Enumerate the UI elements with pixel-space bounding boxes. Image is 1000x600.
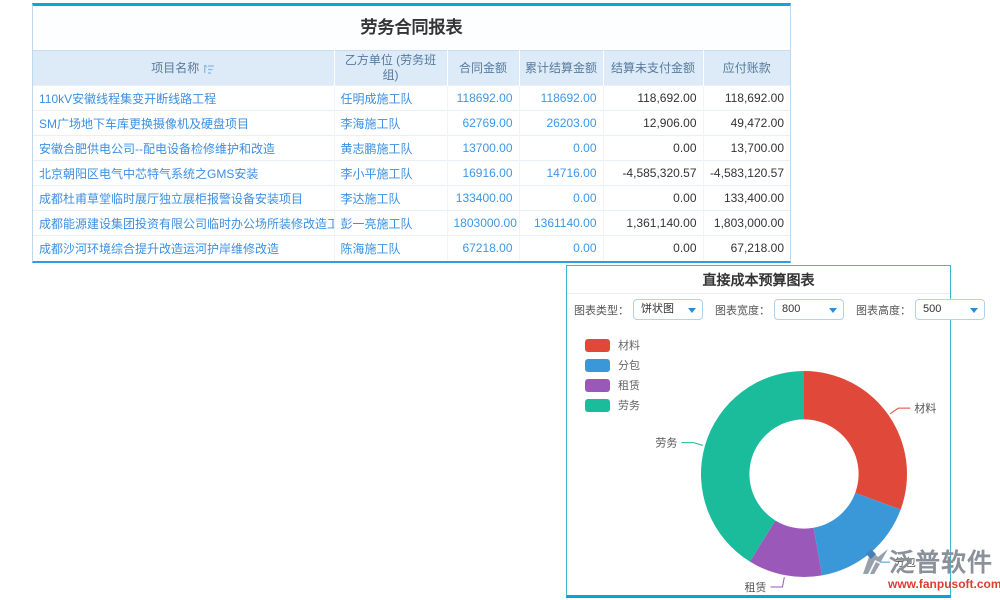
contract-amount-value: 67218.00 — [447, 236, 519, 261]
table-row: 成都能源建设集团投资有限公司临时办公场所装修改造工程EPC彭一亮施工队18030… — [33, 211, 790, 236]
project-name-link[interactable]: 安徽合肥供电公司--配电设备检修维护和改造 — [33, 136, 334, 161]
labor-contract-report-panel: 劳务合同报表 项目名称 乙方单位 (劳务班组) 合同金额 累计结算金额结算未支付金额 应… — [32, 3, 791, 263]
column-header-2: 合同金额 — [447, 51, 519, 86]
project-name-link[interactable]: 成都能源建设集团投资有限公司临时办公场所装修改造工程EPC — [33, 211, 334, 236]
chart-control-select-2[interactable]: 500 — [915, 299, 985, 320]
watermark-url-text: www.fanpusoft.com — [862, 577, 998, 591]
settled-unpaid-value: 0.00 — [603, 236, 703, 261]
pie-label-材料: 材料 — [914, 401, 936, 415]
team-name-link[interactable]: 李达施工队 — [334, 186, 447, 211]
chart-control-2: 图表高度：500 — [856, 299, 985, 320]
settled-amount-value: 0.00 — [519, 136, 603, 161]
team-name-link[interactable]: 任明成施工队 — [334, 86, 447, 111]
report-table: 项目名称 乙方单位 (劳务班组) 合同金额 累计结算金额结算未支付金额 应付账款 110… — [33, 50, 790, 261]
settled-amount-value: 0.00 — [519, 236, 603, 261]
table-row: SM广场地下车库更换摄像机及硬盘项目李海施工队62769.0026203.001… — [33, 111, 790, 136]
contract-amount-value: 1803000.00 — [447, 211, 519, 236]
column-header-label: 累计结算金额 — [525, 61, 597, 75]
project-name-link[interactable]: 北京朝阳区电气中芯特气系统之GMS安装 — [33, 161, 334, 186]
pie-label-租赁: 租赁 — [744, 580, 766, 594]
project-name-link[interactable]: 成都杜甫草堂临时展厅独立展柜报警设备安装项目 — [33, 186, 334, 211]
column-header-1: 乙方单位 (劳务班组) — [334, 51, 447, 86]
fanpu-logo-icon — [862, 548, 889, 576]
settled-unpaid-value: 0.00 — [603, 136, 703, 161]
payable-value: 67,218.00 — [703, 236, 790, 261]
table-row: 成都杜甫草堂临时展厅独立展柜报警设备安装项目李达施工队133400.000.00… — [33, 186, 790, 211]
contract-amount-value: 62769.00 — [447, 111, 519, 136]
column-header-label: 项目名称 — [151, 61, 199, 75]
team-name-link[interactable]: 李海施工队 — [334, 111, 447, 136]
table-row: 110kV安徽线程集变开断线路工程任明成施工队118692.00118692.0… — [33, 86, 790, 111]
column-header-5: 应付账款 — [703, 51, 790, 86]
settled-amount-value: 1361140.00 — [519, 211, 603, 236]
contract-amount-value: 118692.00 — [447, 86, 519, 111]
chevron-down-icon — [970, 308, 978, 313]
column-header-label: 应付账款 — [723, 61, 771, 75]
column-header-label: 合同金额 — [459, 61, 507, 75]
pie-label-劳务: 劳务 — [655, 437, 677, 450]
settled-unpaid-value: 118,692.00 — [603, 86, 703, 111]
contract-amount-value: 133400.00 — [447, 186, 519, 211]
pie-label-line — [890, 408, 910, 414]
chevron-down-icon — [688, 308, 696, 313]
table-header-row: 项目名称 乙方单位 (劳务班组) 合同金额 累计结算金额结算未支付金额 应付账款 — [33, 51, 790, 86]
table-row: 成都沙河环境综合提升改造运河护岸维修改造陈海施工队67218.000.000.0… — [33, 236, 790, 261]
team-name-link[interactable]: 彭一亮施工队 — [334, 211, 447, 236]
chevron-down-icon — [829, 308, 837, 313]
team-name-link[interactable]: 陈海施工队 — [334, 236, 447, 261]
pie-slice-材料[interactable] — [804, 371, 907, 509]
settled-amount-value: 0.00 — [519, 186, 603, 211]
report-title: 劳务合同报表 — [33, 6, 790, 50]
contract-amount-value: 16916.00 — [447, 161, 519, 186]
payable-value: 13,700.00 — [703, 136, 790, 161]
team-name-link[interactable]: 黄志鹏施工队 — [334, 136, 447, 161]
chart-control-select-0[interactable]: 饼状图 — [633, 299, 703, 320]
page: 劳务合同报表 项目名称 乙方单位 (劳务班组) 合同金额 累计结算金额结算未支付金额 应… — [0, 0, 1000, 600]
payable-value: 133,400.00 — [703, 186, 790, 211]
contract-amount-value: 13700.00 — [447, 136, 519, 161]
column-header-label: 乙方单位 (劳务班组) — [345, 53, 436, 82]
chart-title: 直接成本预算图表 — [567, 266, 950, 294]
settled-amount-value: 14716.00 — [519, 161, 603, 186]
table-row: 北京朝阳区电气中芯特气系统之GMS安装李小平施工队16916.0014716.0… — [33, 161, 790, 186]
watermark: 泛普软件 www.fanpusoft.com — [862, 548, 998, 591]
chart-control-label: 图表宽度： — [715, 302, 770, 318]
team-name-link[interactable]: 李小平施工队 — [334, 161, 447, 186]
sort-icon[interactable] — [204, 63, 215, 74]
column-header-0[interactable]: 项目名称 — [33, 51, 334, 86]
table-row: 安徽合肥供电公司--配电设备检修维护和改造黄志鹏施工队13700.000.000… — [33, 136, 790, 161]
payable-value: 49,472.00 — [703, 111, 790, 136]
column-header-label: 结算未支付金额 — [611, 61, 695, 75]
settled-unpaid-value: -4,585,320.57 — [603, 161, 703, 186]
payable-value: 118,692.00 — [703, 86, 790, 111]
project-name-link[interactable]: 110kV安徽线程集变开断线路工程 — [33, 86, 334, 111]
chart-control-label: 图表高度： — [856, 302, 911, 318]
pie-label-line — [770, 577, 784, 587]
project-name-link[interactable]: SM广场地下车库更换摄像机及硬盘项目 — [33, 111, 334, 136]
chart-control-select-1[interactable]: 800 — [774, 299, 844, 320]
payable-value: 1,803,000.00 — [703, 211, 790, 236]
column-header-3: 累计结算金额 — [519, 51, 603, 86]
settled-unpaid-value: 0.00 — [603, 186, 703, 211]
chart-control-0: 图表类型：饼状图 — [574, 299, 703, 320]
chart-controls: 图表类型：饼状图图表宽度：800图表高度：500 — [567, 294, 950, 325]
watermark-brand-text: 泛普软件 — [889, 550, 993, 576]
column-header-4: 结算未支付金额 — [603, 51, 703, 86]
settled-amount-value: 26203.00 — [519, 111, 603, 136]
chart-control-1: 图表宽度：800 — [715, 299, 844, 320]
payable-value: -4,583,120.57 — [703, 161, 790, 186]
pie-label-line — [681, 443, 703, 446]
settled-unpaid-value: 1,361,140.00 — [603, 211, 703, 236]
chart-control-label: 图表类型： — [574, 302, 629, 318]
project-name-link[interactable]: 成都沙河环境综合提升改造运河护岸维修改造 — [33, 236, 334, 261]
settled-unpaid-value: 12,906.00 — [603, 111, 703, 136]
settled-amount-value: 118692.00 — [519, 86, 603, 111]
